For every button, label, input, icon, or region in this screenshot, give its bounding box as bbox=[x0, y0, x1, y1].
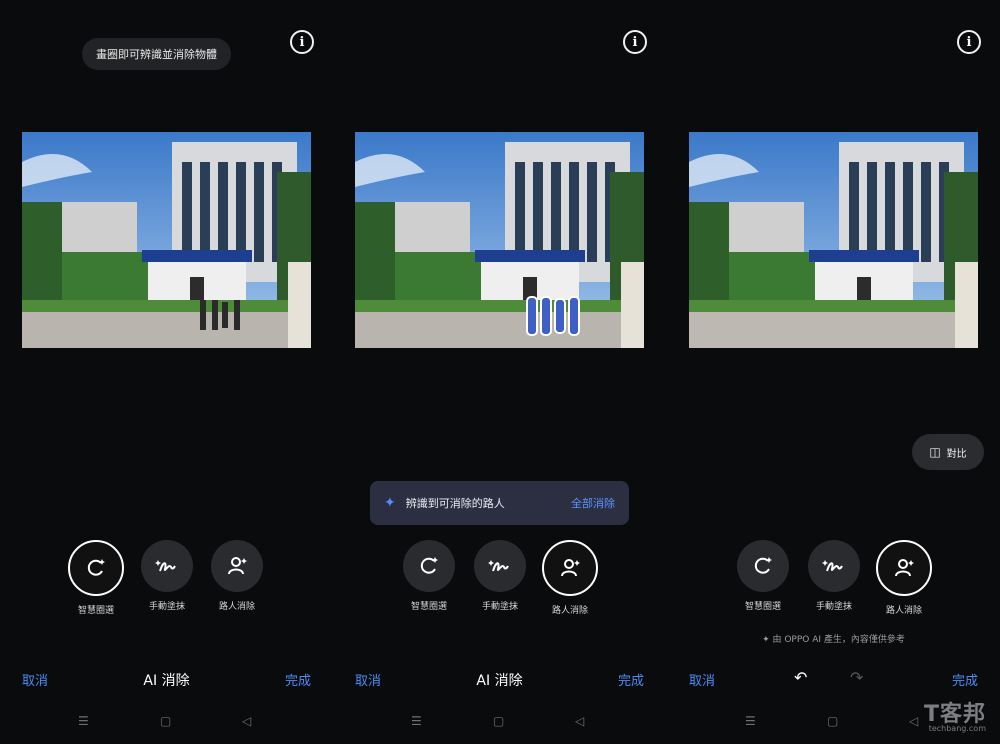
tool-label: 手動塗抹 bbox=[481, 602, 518, 612]
photo-preview[interactable] bbox=[22, 132, 311, 348]
smart-select-icon bbox=[737, 540, 789, 592]
undo-icon[interactable]: ↶ bbox=[794, 668, 807, 687]
info-icon[interactable]: i bbox=[623, 30, 647, 54]
ai-disclaimer: ✦ 由 OPPO AI 產生，內容僅供參考 bbox=[762, 635, 905, 645]
action-bar: 取消 AI 消除 完成 bbox=[0, 670, 333, 694]
tool-remove-passerby[interactable]: 路人消除 bbox=[209, 540, 265, 612]
done-button[interactable]: 完成 bbox=[618, 670, 644, 689]
photo-preview[interactable] bbox=[355, 132, 644, 348]
done-button[interactable]: 完成 bbox=[285, 670, 311, 689]
page-title: AI 消除 bbox=[476, 673, 523, 689]
remove-passerby-icon bbox=[542, 540, 598, 596]
page-title: AI 消除 bbox=[143, 673, 190, 689]
tool-remove-passerby[interactable]: 路人消除 bbox=[876, 540, 932, 616]
smart-select-icon bbox=[68, 540, 124, 596]
brush-icon bbox=[808, 540, 860, 592]
ai-sparkle-icon: ✦ bbox=[762, 635, 773, 645]
panel-detected: i ✦ 辨識到可消除的路人 全部消除 智慧圈選 手動塗抹 路人消除 取消 AI … bbox=[333, 0, 666, 744]
watermark-url: techbang.com bbox=[928, 724, 986, 733]
redo-icon[interactable]: ↷ bbox=[850, 668, 863, 687]
tool-brush[interactable]: 手動塗抹 bbox=[139, 540, 195, 612]
back-icon[interactable]: ◁ bbox=[909, 714, 918, 728]
panel-original: 畫圈即可辨識並消除物體 i 智慧圈選 手動塗抹 路人消除 取消 AI 消除 完成… bbox=[0, 0, 333, 744]
done-button[interactable]: 完成 bbox=[952, 670, 978, 689]
tool-smart-select[interactable]: 智慧圈選 bbox=[735, 540, 791, 612]
home-icon[interactable]: ▢ bbox=[827, 714, 838, 728]
remove-passerby-icon bbox=[211, 540, 263, 592]
action-bar: 取消 AI 消除 完成 bbox=[333, 670, 666, 694]
remove-passerby-icon bbox=[876, 540, 932, 596]
smart-select-icon bbox=[403, 540, 455, 592]
info-icon[interactable]: i bbox=[957, 30, 981, 54]
brush-icon bbox=[141, 540, 193, 592]
tool-smart-select[interactable]: 智慧圈選 bbox=[68, 540, 124, 616]
photo-scene bbox=[22, 132, 311, 348]
compare-button[interactable]: ◫ 對比 bbox=[912, 434, 984, 470]
info-icon[interactable]: i bbox=[290, 30, 314, 54]
tool-label: 路人消除 bbox=[885, 606, 922, 616]
toast-message: 辨識到可消除的路人 bbox=[405, 497, 505, 510]
tool-label: 智慧圈選 bbox=[410, 602, 447, 612]
tool-brush[interactable]: 手動塗抹 bbox=[806, 540, 862, 612]
system-nav: ☰ ▢ ◁ bbox=[333, 714, 666, 732]
detection-toast: ✦ 辨識到可消除的路人 全部消除 bbox=[370, 481, 629, 525]
brush-icon bbox=[474, 540, 526, 592]
menu-icon[interactable]: ☰ bbox=[745, 714, 756, 728]
watermark: T客邦 techbang.com bbox=[924, 696, 986, 733]
sparkle-icon: ✦ bbox=[384, 495, 396, 511]
tool-label: 智慧圈選 bbox=[77, 606, 114, 616]
compare-label: 對比 bbox=[946, 448, 967, 460]
system-nav: ☰ ▢ ◁ bbox=[0, 714, 333, 732]
photo-scene bbox=[355, 132, 644, 348]
tool-brush[interactable]: 手動塗抹 bbox=[472, 540, 528, 612]
tool-smart-select[interactable]: 智慧圈選 bbox=[401, 540, 457, 612]
tool-label: 手動塗抹 bbox=[148, 602, 185, 612]
cancel-button[interactable]: 取消 bbox=[689, 670, 715, 689]
tool-label: 路人消除 bbox=[218, 602, 255, 612]
panel-removed: i ◫ 對比 智慧圈選 手動塗抹 路人消除 ✦ 由 OPPO AI 產生，內容僅… bbox=[667, 0, 1000, 744]
back-icon[interactable]: ◁ bbox=[575, 714, 584, 728]
menu-icon[interactable]: ☰ bbox=[411, 714, 422, 728]
home-icon[interactable]: ▢ bbox=[493, 714, 504, 728]
menu-icon[interactable]: ☰ bbox=[78, 714, 89, 728]
tool-label: 路人消除 bbox=[551, 606, 588, 616]
photo-scene bbox=[689, 132, 978, 348]
remove-all-button[interactable]: 全部消除 bbox=[571, 495, 615, 511]
back-icon[interactable]: ◁ bbox=[242, 714, 251, 728]
hint-tooltip: 畫圈即可辨識並消除物體 bbox=[82, 38, 231, 70]
tool-remove-passerby[interactable]: 路人消除 bbox=[542, 540, 598, 616]
tool-label: 智慧圈選 bbox=[744, 602, 781, 612]
home-icon[interactable]: ▢ bbox=[160, 714, 171, 728]
action-bar: 取消 完成 bbox=[667, 670, 1000, 694]
photo-preview[interactable] bbox=[689, 132, 978, 348]
compare-icon: ◫ bbox=[929, 445, 941, 459]
tool-label: 手動塗抹 bbox=[815, 602, 852, 612]
